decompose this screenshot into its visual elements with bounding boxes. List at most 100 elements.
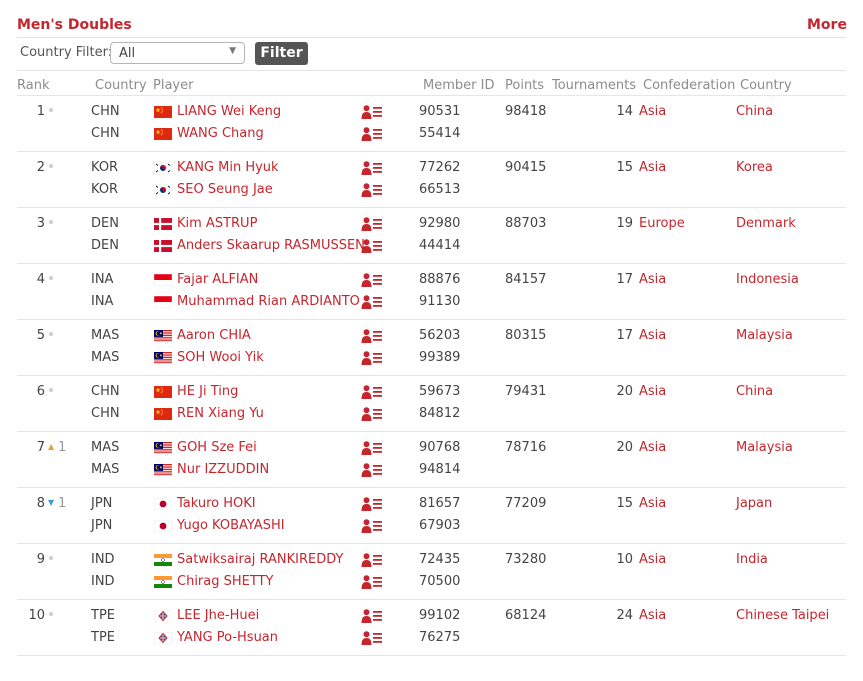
player-profile-icon[interactable] [361,441,383,455]
country-link[interactable]: Denmark [736,216,796,231]
country-link[interactable]: Japan [736,496,772,511]
confederation-link[interactable]: Asia [639,384,666,399]
player-name-link[interactable]: LIANG Wei Keng [177,104,281,119]
col-header-player[interactable]: Player [153,78,193,93]
member-id: 88876 [419,272,461,287]
player-name-link[interactable]: Aaron CHIA [177,328,251,343]
player-name-link[interactable]: WANG Chang [177,126,264,141]
col-header-tournaments[interactable]: Tournaments [552,78,636,93]
player-name-link[interactable]: REN Xiang Yu [177,406,264,421]
confederation-link[interactable]: Asia [639,496,666,511]
player-profile-icon[interactable] [361,105,383,119]
tournaments-count[interactable]: 17 [616,272,633,287]
country-code: INA [91,294,114,309]
col-header-points[interactable]: Points [505,78,544,93]
player-name-link[interactable]: SEO Seung Jae [177,182,273,197]
indonesia-flag-icon [154,274,172,286]
player-profile-icon[interactable] [361,273,383,287]
country-link[interactable]: China [736,384,773,399]
country-link[interactable]: Malaysia [736,328,793,343]
player-profile-icon[interactable] [361,239,383,253]
dot-icon [49,556,53,560]
country-code: MAS [91,328,120,343]
player-name-link[interactable]: LEE Jhe-Huei [177,608,259,623]
player-profile-icon[interactable] [361,161,383,175]
confederation-link[interactable]: Asia [639,104,666,119]
player-name-link[interactable]: Kim ASTRUP [177,216,257,231]
player-name-link[interactable]: GOH Sze Fei [177,440,257,455]
tournaments-count[interactable]: 10 [616,552,633,567]
player-profile-icon[interactable] [361,519,383,533]
tournaments-count[interactable]: 17 [616,328,633,343]
tournaments-count[interactable]: 20 [616,440,633,455]
filter-button[interactable]: Filter [255,42,308,65]
country-code: MAS [91,440,120,455]
confederation-link[interactable]: Asia [639,328,666,343]
tournaments-count[interactable]: 20 [616,384,633,399]
country-code: CHN [91,104,120,119]
tournaments-count[interactable]: 15 [616,496,633,511]
player-name-link[interactable]: YANG Po-Hsuan [177,630,278,645]
country-filter-select[interactable]: All ▼ [110,42,245,64]
tournaments-count[interactable]: 24 [616,608,633,623]
country-code: MAS [91,350,120,365]
confederation-link[interactable]: Europe [639,216,685,231]
col-header-country[interactable]: Country [740,78,792,93]
chinese-taipei-flag-icon [154,632,172,644]
confederation-link[interactable]: Asia [639,160,666,175]
player-profile-icon[interactable] [361,183,383,197]
rank-number: 7 [36,440,45,455]
confederation-link[interactable]: Asia [639,608,666,623]
player-profile-icon[interactable] [361,329,383,343]
player-profile-icon[interactable] [361,553,383,567]
player-name-link[interactable]: Nur IZZUDDIN [177,462,269,477]
player-profile-icon[interactable] [361,631,383,645]
player-profile-icon[interactable] [361,575,383,589]
malaysia-flag-icon [154,330,172,342]
player-name-link[interactable]: Fajar ALFIAN [177,272,258,287]
player-name-link[interactable]: Takuro HOKI [177,496,256,511]
player-name-link[interactable]: Muhammad Rian ARDIANTO [177,294,360,309]
points-value: 80315 [505,328,547,343]
player-profile-icon[interactable] [361,217,383,231]
player-profile-icon[interactable] [361,407,383,421]
player-name-link[interactable]: Yugo KOBAYASHI [177,518,285,533]
confederation-link[interactable]: Asia [639,272,666,287]
member-id: 81657 [419,496,461,511]
col-header-confederation[interactable]: Confederation [643,78,735,93]
player-name-link[interactable]: KANG Min Hyuk [177,160,279,175]
player-name-link[interactable]: HE Ji Ting [177,384,238,399]
player-profile-icon[interactable] [361,351,383,365]
col-header-rank[interactable]: Rank [17,78,49,93]
confederation-link[interactable]: Asia [639,440,666,455]
player-profile-icon[interactable] [361,609,383,623]
tournaments-count[interactable]: 15 [616,160,633,175]
country-link[interactable]: Chinese Taipei [736,608,829,623]
tournaments-count[interactable]: 14 [616,104,633,119]
col-header-member-id[interactable]: Member ID [423,78,494,93]
country-link[interactable]: China [736,104,773,119]
player-name-link[interactable]: Chirag SHETTY [177,574,273,589]
col-header-country-code[interactable]: Country [95,78,147,93]
country-link[interactable]: India [736,552,768,567]
player-profile-icon[interactable] [361,463,383,477]
confederation-link[interactable]: Asia [639,552,666,567]
player-profile-icon[interactable] [361,497,383,511]
tournaments-count[interactable]: 19 [616,216,633,231]
malaysia-flag-icon [154,442,172,454]
country-link[interactable]: Korea [736,160,773,175]
player-profile-icon[interactable] [361,295,383,309]
player-name-link[interactable]: Satwiksairaj RANKIREDDY [177,552,343,567]
korea-flag-icon [154,162,172,174]
points-value: 78716 [505,440,547,455]
country-link[interactable]: Malaysia [736,440,793,455]
member-id: 91130 [419,294,461,309]
more-link[interactable]: More [807,17,847,33]
country-code: CHN [91,406,120,421]
points-value: 84157 [505,272,547,287]
player-profile-icon[interactable] [361,385,383,399]
country-link[interactable]: Indonesia [736,272,799,287]
player-name-link[interactable]: SOH Wooi Yik [177,350,264,365]
player-name-link[interactable]: Anders Skaarup RASMUSSEN [177,238,365,253]
player-profile-icon[interactable] [361,127,383,141]
